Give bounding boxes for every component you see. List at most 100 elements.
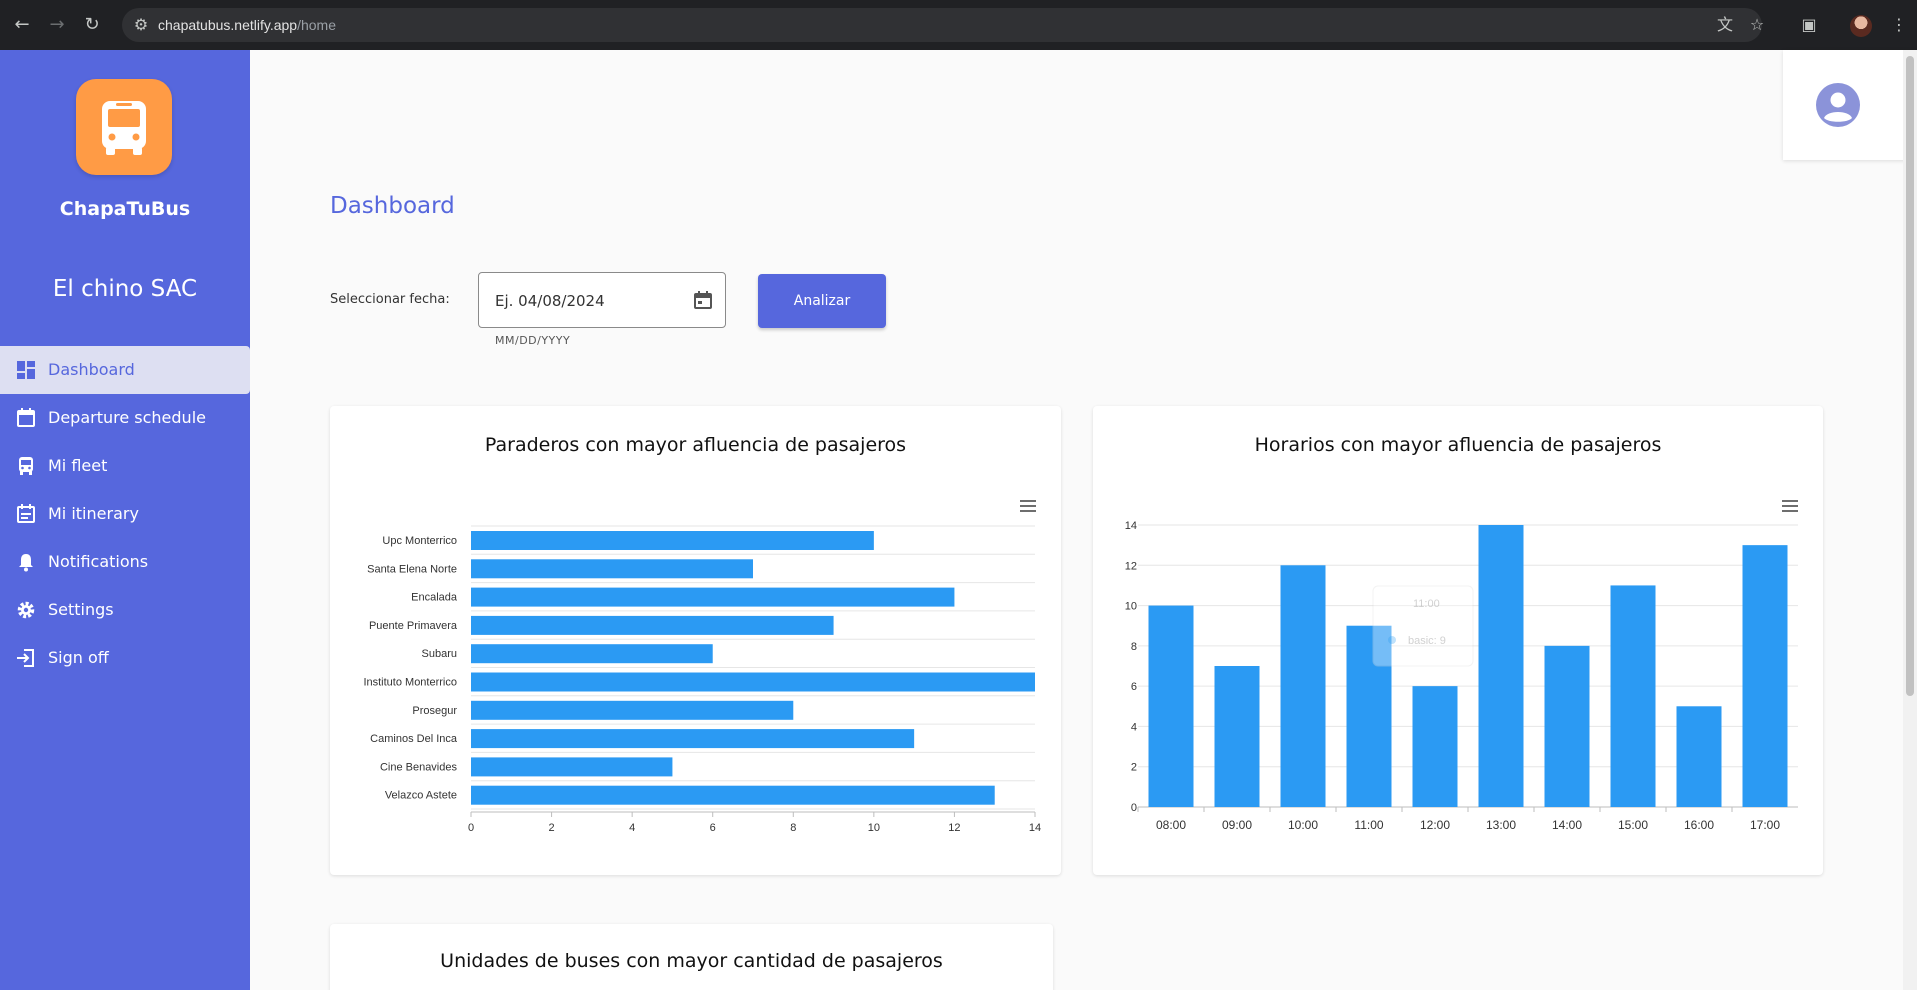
x-tick-label: 15:00 bbox=[1618, 818, 1648, 832]
bar bbox=[471, 700, 794, 720]
bar bbox=[471, 785, 995, 805]
translate-icon[interactable]: 文 bbox=[1714, 14, 1736, 36]
chart-card-buses: Unidades de buses con mayor cantidad de … bbox=[330, 924, 1053, 990]
calendar-picker-icon[interactable] bbox=[693, 290, 713, 310]
sidebar-item-label: Mi itinerary bbox=[48, 504, 139, 523]
bar bbox=[471, 559, 753, 579]
y-tick-label: Puente Primavera bbox=[369, 620, 458, 632]
url-text: chapatubus.netlify.app/home bbox=[158, 17, 336, 33]
date-format-hint: MM/DD/YYYY bbox=[495, 334, 571, 347]
date-input[interactable]: Ej. 04/08/2024 bbox=[478, 272, 726, 328]
bar bbox=[471, 531, 874, 550]
sidebar-item-departure-schedule[interactable]: Departure schedule bbox=[0, 394, 250, 442]
bell-icon bbox=[16, 552, 38, 572]
x-tick-label: 14:00 bbox=[1552, 818, 1582, 832]
bus-logo-icon bbox=[76, 79, 172, 175]
y-tick-label: 14 bbox=[1125, 520, 1137, 532]
scrollbar-thumb[interactable] bbox=[1906, 56, 1914, 696]
browser-toolbar: ← → ↻ ⚙ chapatubus.netlify.app/home 文 ☆ … bbox=[0, 0, 1917, 50]
y-tick-label: Prosegur bbox=[412, 705, 457, 717]
x-tick-label: 4 bbox=[629, 822, 635, 834]
sidebar: ChapaTuBus El chino SAC Dashboard Depart… bbox=[0, 50, 250, 990]
sidebar-item-label: Departure schedule bbox=[48, 408, 206, 427]
y-tick-label: Encalada bbox=[411, 592, 458, 604]
x-tick-label: 12:00 bbox=[1420, 818, 1450, 832]
x-tick-label: 11:00 bbox=[1354, 818, 1383, 832]
tooltip-title: 11:00 bbox=[1413, 598, 1440, 610]
x-tick-label: 6 bbox=[710, 822, 716, 834]
calendar-icon bbox=[16, 408, 38, 428]
y-tick-label: 12 bbox=[1125, 560, 1137, 572]
tooltip-marker bbox=[1388, 636, 1396, 644]
x-tick-label: 8 bbox=[790, 822, 796, 834]
bar bbox=[471, 587, 955, 607]
bar bbox=[1610, 585, 1656, 807]
bar bbox=[471, 757, 673, 777]
extensions-icon[interactable]: ▣ bbox=[1798, 14, 1820, 36]
forward-icon[interactable]: → bbox=[45, 13, 69, 37]
y-tick-label: 2 bbox=[1131, 762, 1137, 774]
address-bar[interactable]: ⚙ chapatubus.netlify.app/home 文 ☆ bbox=[122, 8, 1764, 42]
tooltip-series: basic: 9 bbox=[1408, 635, 1446, 647]
chart-title: Unidades de buses con mayor cantidad de … bbox=[440, 950, 943, 972]
itinerary-icon bbox=[16, 504, 38, 524]
x-tick-label: 12 bbox=[948, 822, 960, 834]
back-icon[interactable]: ← bbox=[10, 13, 34, 37]
bookmark-star-icon[interactable]: ☆ bbox=[1746, 14, 1768, 36]
y-tick-label: Caminos Del Inca bbox=[370, 733, 458, 745]
gear-icon bbox=[16, 600, 38, 620]
more-menu-icon[interactable]: ⋮ bbox=[1888, 14, 1910, 36]
logout-icon bbox=[16, 648, 38, 668]
site-info-icon[interactable]: ⚙ bbox=[130, 14, 152, 36]
profile-card[interactable] bbox=[1783, 50, 1917, 160]
bar bbox=[1544, 645, 1590, 807]
chart-card-hours: Horarios con mayor afluencia de pasajero… bbox=[1093, 406, 1823, 875]
bar bbox=[1412, 686, 1458, 807]
stops-bar-chart: Upc Monterrico Santa Elena Norte Encalada P… bbox=[363, 525, 1041, 834]
chart-card-stops: Paraderos con mayor afluencia de pasajer… bbox=[330, 406, 1061, 875]
bar bbox=[1742, 545, 1788, 807]
x-tick-label: 14 bbox=[1029, 822, 1041, 834]
bar bbox=[471, 729, 915, 749]
sidebar-item-label: Mi fleet bbox=[48, 456, 108, 475]
y-tick-label: Subaru bbox=[422, 648, 457, 660]
y-tick-label: 6 bbox=[1131, 681, 1137, 693]
x-tick-label: 09:00 bbox=[1222, 818, 1252, 832]
bus-icon bbox=[16, 456, 38, 476]
user-avatar-icon[interactable] bbox=[1816, 83, 1860, 127]
bar bbox=[471, 672, 1035, 692]
bar bbox=[471, 615, 834, 635]
sidebar-item-label: Settings bbox=[48, 600, 114, 619]
y-tick-label: Santa Elena Norte bbox=[367, 563, 457, 575]
sidebar-item-dashboard[interactable]: Dashboard bbox=[0, 346, 250, 394]
sidebar-item-label: Notifications bbox=[48, 552, 149, 571]
sidebar-item-mi-itinerary[interactable]: Mi itinerary bbox=[0, 490, 250, 538]
bar bbox=[1280, 565, 1326, 807]
x-tick-label: 13:00 bbox=[1486, 818, 1516, 832]
page-scrollbar[interactable] bbox=[1903, 50, 1917, 990]
y-tick-label: 8 bbox=[1131, 641, 1137, 653]
x-tick-label: 0 bbox=[468, 822, 474, 834]
company-name: El chino SAC bbox=[52, 276, 198, 302]
y-tick-label: 10 bbox=[1125, 601, 1137, 613]
page-title: Dashboard bbox=[330, 193, 455, 219]
y-tick-label: Instituto Monterrico bbox=[363, 677, 457, 689]
dashboard-icon bbox=[16, 360, 38, 380]
sidebar-item-label: Dashboard bbox=[48, 360, 135, 379]
y-tick-label: Cine Benavides bbox=[380, 761, 458, 773]
analyze-button[interactable]: Analizar bbox=[758, 274, 886, 328]
sidebar-item-label: Sign off bbox=[48, 648, 109, 667]
bar bbox=[1214, 666, 1260, 807]
sidebar-item-sign-off[interactable]: Sign off bbox=[0, 634, 250, 682]
bar bbox=[1148, 605, 1194, 807]
sidebar-item-settings[interactable]: Settings bbox=[0, 586, 250, 634]
app-name: ChapaTuBus bbox=[59, 198, 191, 220]
y-tick-label: Upc Monterrico bbox=[382, 535, 457, 547]
sidebar-item-mi-fleet[interactable]: Mi fleet bbox=[0, 442, 250, 490]
y-tick-label: 0 bbox=[1131, 802, 1137, 814]
sidebar-item-notifications[interactable]: Notifications bbox=[0, 538, 250, 586]
bar bbox=[1478, 525, 1524, 807]
bar bbox=[471, 644, 713, 664]
browser-profile-avatar[interactable] bbox=[1850, 15, 1872, 37]
reload-icon[interactable]: ↻ bbox=[80, 13, 104, 37]
